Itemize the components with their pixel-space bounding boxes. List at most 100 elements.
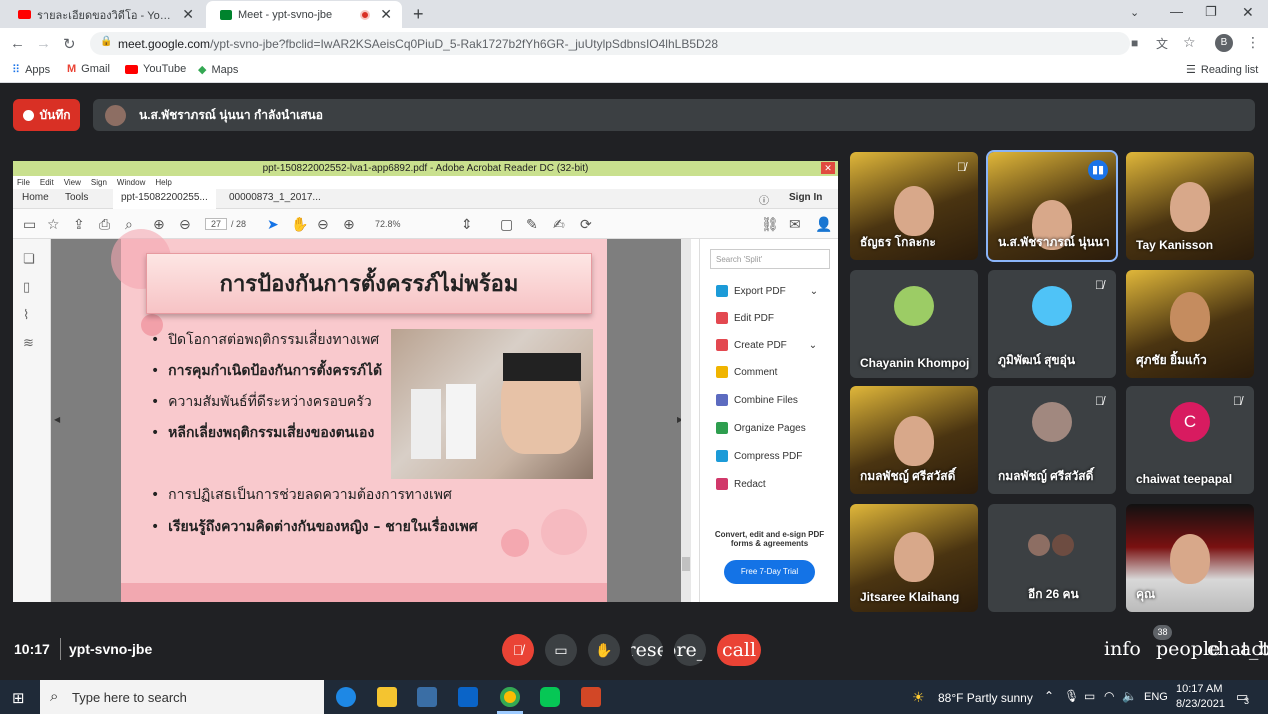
layers-icon[interactable]: ≋ bbox=[23, 335, 34, 351]
edge-icon[interactable] bbox=[336, 687, 356, 707]
participant-tile[interactable]: คุณ bbox=[1126, 504, 1254, 612]
tab-youtube-studio[interactable]: รายละเอียดของวิดีโอ - YouTube Studio ✕ bbox=[4, 1, 204, 28]
participant-tile[interactable]: Tay Kanisson bbox=[1126, 152, 1254, 260]
mic-toggle-button[interactable]: 🎙̸ bbox=[502, 634, 534, 666]
tray-chevron-icon[interactable]: ⌃ bbox=[1044, 689, 1054, 703]
info-button[interactable]: info bbox=[1104, 638, 1141, 660]
menu-dots-icon[interactable]: ⋮ bbox=[1246, 34, 1260, 51]
scrollbar-thumb[interactable] bbox=[682, 557, 690, 571]
participant-tile[interactable]: 🎙̸ ภูมิพัฒน์ สุขอุ่น bbox=[988, 270, 1116, 378]
tool-compress-pdf[interactable]: Compress PDF bbox=[716, 450, 802, 462]
back-icon[interactable]: ← bbox=[10, 35, 25, 52]
minimize-icon[interactable]: — bbox=[1170, 4, 1183, 19]
clock-time[interactable]: 10:17 AM bbox=[1176, 683, 1222, 695]
menu-item[interactable]: File bbox=[17, 176, 30, 189]
bookmark-star-icon[interactable]: ☆ bbox=[1183, 34, 1196, 51]
translate-icon[interactable]: 文 bbox=[1156, 35, 1168, 52]
tab-tools[interactable]: Tools bbox=[65, 192, 88, 203]
tool-edit-pdf[interactable]: Edit PDF bbox=[716, 312, 774, 324]
attachment-icon[interactable]: ⌇ bbox=[23, 307, 29, 323]
share-icon[interactable]: ⟳ bbox=[580, 216, 592, 233]
raise-hand-button[interactable]: ✋ bbox=[588, 634, 620, 666]
add-user-icon[interactable]: 👤 bbox=[815, 216, 832, 233]
sign-icon[interactable]: ✍ bbox=[553, 216, 565, 233]
participant-tile[interactable]: Chayanin Khompoj bbox=[850, 270, 978, 378]
menu-item[interactable]: Sign bbox=[91, 176, 107, 189]
activities-button[interactable]: activities bbox=[1240, 638, 1268, 660]
zoom-in-icon[interactable]: ⊕ bbox=[343, 216, 355, 233]
bookmark-icon[interactable]: ▯ bbox=[23, 279, 30, 295]
forward-icon[interactable]: → bbox=[36, 35, 51, 52]
print-icon[interactable]: ⎙ bbox=[99, 216, 110, 233]
bookmark-star-icon[interactable]: ☆ bbox=[47, 216, 60, 233]
pages-icon[interactable]: ❏ bbox=[23, 251, 35, 267]
zoom-out-icon[interactable]: ⊖ bbox=[317, 216, 329, 233]
tool-comment[interactable]: Comment bbox=[716, 366, 777, 378]
taskbar-search-input[interactable]: ⌕ Type here to search bbox=[40, 680, 324, 714]
tab-meet[interactable]: Meet - ypt-svno-jbe ✕ bbox=[206, 1, 402, 28]
present-button[interactable]: present bbox=[631, 634, 663, 666]
language-indicator[interactable]: ENG bbox=[1144, 691, 1168, 703]
mail-icon[interactable]: ✉ bbox=[789, 216, 801, 233]
page-up-icon[interactable]: ⊕ bbox=[153, 216, 165, 233]
upload-icon[interactable]: ⇪ bbox=[73, 216, 85, 233]
pen-icon[interactable]: ✎ bbox=[526, 216, 538, 233]
tool-organize-pages[interactable]: Organize Pages bbox=[716, 422, 806, 434]
store-icon[interactable] bbox=[417, 687, 437, 707]
scrollbar[interactable] bbox=[681, 239, 691, 602]
camera-icon[interactable]: ■ bbox=[1131, 36, 1138, 50]
weather-text[interactable]: 88°F Partly sunny bbox=[938, 691, 1033, 705]
line-icon[interactable] bbox=[540, 687, 560, 707]
participant-tile[interactable]: ศุภชัย ยิ้มแก้ว bbox=[1126, 270, 1254, 378]
volume-icon[interactable]: 🔈 bbox=[1122, 689, 1137, 703]
close-icon[interactable]: ✕ bbox=[821, 162, 835, 174]
reload-icon[interactable]: ↻ bbox=[63, 35, 76, 53]
participant-tile[interactable]: 🎙̸ กมลพัชญ์ ศรีสวัสดิ์ bbox=[988, 386, 1116, 494]
camera-toggle-button[interactable]: ▭ bbox=[545, 634, 577, 666]
comment-icon[interactable]: ▢ bbox=[500, 216, 513, 233]
windows-start-icon[interactable]: ⊞ bbox=[12, 689, 25, 707]
collapse-left-icon[interactable]: ◀ bbox=[54, 415, 60, 424]
bookmark-maps[interactable]: ◆ Maps bbox=[198, 63, 238, 77]
free-trial-button[interactable]: Free 7-Day Trial bbox=[724, 560, 815, 584]
address-bar[interactable]: 🔒 meet.google.com/ypt-svno-jbe?fbclid=Iw… bbox=[90, 32, 1130, 55]
tab-home[interactable]: Home bbox=[22, 192, 49, 203]
hand-icon[interactable]: ✋ bbox=[291, 216, 308, 233]
file-explorer-icon[interactable] bbox=[377, 687, 397, 707]
menu-item[interactable]: Window bbox=[117, 176, 145, 189]
participant-tile[interactable]: Jitsaree Klaihang bbox=[850, 504, 978, 612]
tab-document[interactable]: ppt-15082200255... bbox=[113, 189, 216, 209]
tool-create-pdf[interactable]: Create PDF ⌄ bbox=[716, 339, 817, 351]
sign-in-link[interactable]: Sign In bbox=[789, 192, 822, 203]
select-cursor-icon[interactable]: ➤ bbox=[267, 216, 279, 233]
tool-combine-files[interactable]: Combine Files bbox=[716, 394, 798, 406]
bookmark-youtube[interactable]: YouTube bbox=[125, 63, 186, 75]
battery-icon[interactable]: ▭ bbox=[1084, 689, 1095, 703]
participant-tile[interactable]: C 🎙̸ chaiwat teepapal bbox=[1126, 386, 1254, 494]
wifi-icon[interactable]: ◠ bbox=[1104, 689, 1114, 703]
save-icon[interactable]: ▭ bbox=[23, 216, 36, 233]
participant-tile[interactable]: กมลพัชญ์ ศรีสวัสดิ์ bbox=[850, 386, 978, 494]
zoom-select[interactable]: 72.8% bbox=[375, 219, 401, 229]
tools-search-input[interactable]: Search 'Split' bbox=[710, 249, 830, 269]
tab-search-icon[interactable]: ⌄ bbox=[1130, 6, 1139, 19]
tool-export-pdf[interactable]: Export PDF ⌄ bbox=[716, 285, 818, 297]
bookmark-apps[interactable]: ⠿ Apps bbox=[12, 63, 50, 77]
powerpoint-icon[interactable] bbox=[581, 687, 601, 707]
participant-tile[interactable]: ▮▮ น.ส.พัชราภรณ์ นุ่นนา bbox=[986, 150, 1118, 262]
mail-icon[interactable] bbox=[458, 687, 478, 707]
reading-list[interactable]: ☰ Reading list bbox=[1186, 63, 1258, 77]
page-number-input[interactable]: 27 bbox=[205, 218, 227, 230]
chrome-icon[interactable] bbox=[500, 687, 520, 707]
tab-document[interactable]: 00000873_1_2017... bbox=[229, 192, 321, 203]
bookmark-gmail[interactable]: M Gmail bbox=[67, 63, 110, 75]
record-button[interactable]: บันทึก bbox=[13, 99, 80, 131]
tool-redact[interactable]: Redact bbox=[716, 478, 766, 490]
close-icon[interactable]: ✕ bbox=[380, 6, 392, 23]
menu-item[interactable]: Help bbox=[155, 176, 171, 189]
window-close-icon[interactable]: ✕ bbox=[1242, 4, 1254, 21]
scroll-mode-icon[interactable]: ⇕ bbox=[461, 216, 473, 233]
menu-item[interactable]: View bbox=[64, 176, 81, 189]
participant-tile[interactable]: 🎙̸ ธัญธร โกละกะ bbox=[850, 152, 978, 260]
restore-icon[interactable]: ❐ bbox=[1205, 4, 1217, 20]
